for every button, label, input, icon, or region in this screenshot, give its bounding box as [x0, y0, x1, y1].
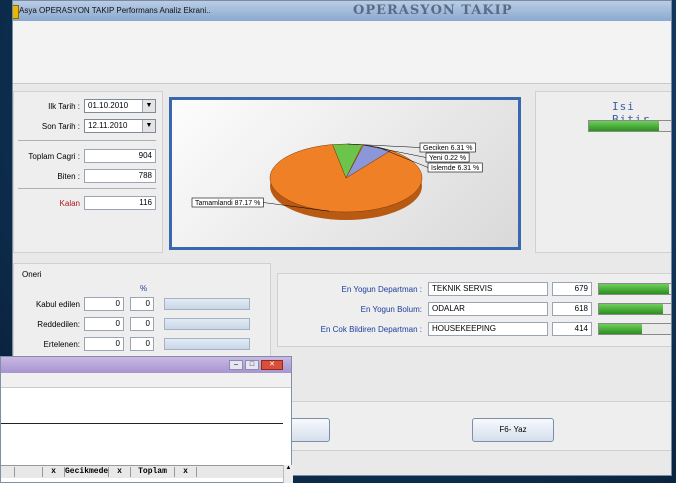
pie-label: Tamamlandi 87.17 %: [195, 200, 260, 207]
pie-label-group: Yeni 0.22 %: [425, 152, 470, 163]
suggestion-count-field: 0: [84, 297, 124, 311]
overlay-title-bar[interactable]: – □ ✕: [1, 357, 291, 373]
start-date-picker[interactable]: 01.10.2010 ▼: [84, 99, 156, 113]
finish-progress-bar: [588, 120, 671, 132]
department-progress-bar: [598, 323, 671, 335]
department-name-field: TEKNIK SERVIS: [428, 282, 548, 296]
title-bar[interactable]: Asya OPERASYON TAKIP Performans Analiz E…: [13, 1, 671, 22]
department-progress-fill: [599, 284, 670, 294]
pie-label-group: Tamamlandi 87.17 %: [191, 197, 264, 208]
completed-field: 788: [84, 169, 156, 183]
divider: [18, 188, 156, 189]
overlay-toolbar: [1, 373, 291, 388]
suggestion-progress-bar: [164, 318, 250, 330]
header-cell-x2: x: [109, 467, 131, 477]
start-date-value: 01.10.2010: [88, 101, 129, 110]
suggestion-legend: Oneri: [22, 270, 42, 279]
department-name-field: ODALAR: [428, 302, 548, 316]
start-date-label: Ilk Tarih :: [48, 102, 80, 111]
suggestion-percent-field: 0: [130, 337, 154, 351]
header-cell: [1, 467, 15, 477]
end-date-label: Son Tarih :: [41, 122, 80, 131]
chevron-down-icon[interactable]: ▼: [142, 100, 155, 112]
end-date-value: 12.11.2010: [88, 121, 128, 130]
suggestion-progress-bar: [164, 338, 250, 350]
suggestion-row-label: Ertelenen:: [43, 340, 80, 349]
completed-label: Biten :: [57, 172, 80, 181]
percent-header: %: [140, 284, 148, 293]
header-cell-delayed: Gecikmede: [65, 467, 109, 477]
department-count-field: 618: [552, 302, 592, 316]
header-cell-x1: x: [43, 467, 65, 477]
suggestion-count-field: 0: [84, 317, 124, 331]
department-progress-bar: [598, 283, 671, 295]
suggestion-percent-field: 0: [130, 297, 154, 311]
department-count-field: 414: [552, 322, 592, 336]
pie-label-group: Geciken 6.31 %: [419, 142, 476, 153]
filter-panel: Ilk Tarih : 01.10.2010 ▼ Son Tarih : 12.…: [13, 91, 163, 253]
suggestion-row-label: Reddedilen:: [37, 320, 80, 329]
department-progress-bar: [598, 303, 671, 315]
header-cell: [15, 467, 43, 477]
suggestion-percent-field: 0: [130, 317, 154, 331]
divider: [18, 140, 156, 141]
button-panel: rla F6- Yaz: [238, 401, 671, 451]
window-title: Asya OPERASYON TAKIP Performans Analiz E…: [19, 6, 211, 15]
minimize-icon[interactable]: –: [229, 360, 243, 370]
overlay-grid-area: [1, 423, 283, 468]
header-cell-x3: x: [175, 467, 197, 477]
department-count-field: 679: [552, 282, 592, 296]
banner-title: OPERASYON TAKIP: [353, 3, 513, 18]
pie-chart-frame: Tamamlandi 87.17 % Geciken 6.31 % Yeni 0.2…: [169, 97, 521, 250]
pie-label: Geciken 6.31 %: [423, 145, 472, 152]
print-button[interactable]: F6- Yaz: [472, 418, 554, 442]
remaining-label: Kalan: [59, 199, 80, 208]
department-progress-fill: [599, 304, 663, 314]
total-calls-field: 904: [84, 149, 156, 163]
overlay-window: – □ ✕ x Gecikmede x Toplam x ▲: [0, 356, 293, 483]
overlay-grid-header: x Gecikmede x Toplam x: [1, 465, 283, 478]
suggestion-row-label: Kabul edilen: [35, 300, 80, 309]
department-row-label: En Yogun Bolum:: [360, 305, 422, 314]
department-row-label: En Yogun Departman :: [341, 285, 422, 294]
pie-label: Yeni 0.22 %: [429, 155, 466, 162]
department-row-label: En Cok Bildiren Departman :: [320, 325, 422, 334]
chevron-down-icon[interactable]: ▼: [142, 120, 155, 132]
pie-label: Islemde 6.31 %: [431, 165, 479, 172]
pie-chart: Tamamlandi 87.17 % Geciken 6.31 % Yeni 0.2…: [191, 142, 483, 220]
scrollbar[interactable]: ▲: [283, 465, 293, 483]
department-name-field: HOUSEKEEPING: [428, 322, 548, 336]
finish-progress-fill: [589, 121, 660, 131]
header-cell-total: Toplam: [131, 467, 175, 477]
department-progress-fill: [599, 324, 642, 334]
department-panel: En Yogun Departman : TEKNIK SERVIS 679 E…: [277, 273, 671, 347]
suggestion-count-field: 0: [84, 337, 124, 351]
top-strip: [13, 21, 671, 84]
suggestion-progress-bar: [164, 298, 250, 310]
end-date-picker[interactable]: 12.11.2010 ▼: [84, 119, 156, 133]
total-calls-label: Toplam Cagri :: [28, 152, 80, 161]
maximize-icon[interactable]: □: [245, 360, 259, 370]
app-icon: [13, 5, 19, 19]
finish-panel: Isi Bitir: [535, 91, 671, 253]
close-icon[interactable]: ✕: [261, 360, 283, 370]
pie-label-group: Islemde 6.31 %: [427, 162, 483, 173]
remaining-field: 116: [84, 196, 156, 210]
